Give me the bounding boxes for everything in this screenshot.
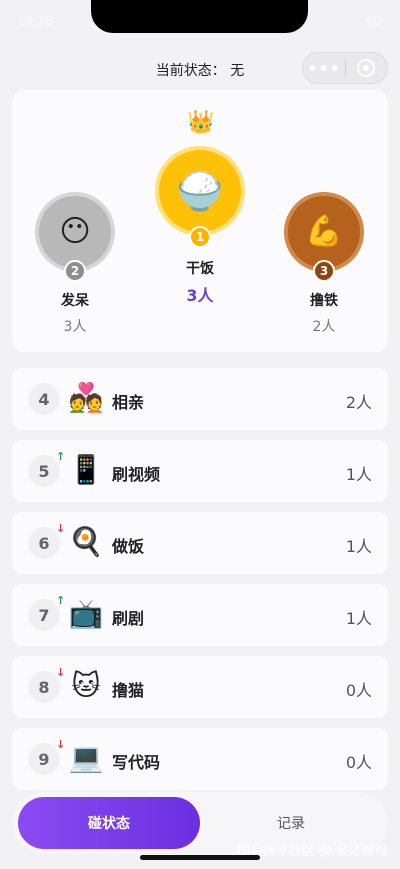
trend-down-icon: ↓	[56, 522, 66, 535]
item-count: 0人	[345, 753, 372, 772]
podium-card: 👑 🍚 1 干饭 3人 😶 2 发呆 3人 💪 3 撸铁 2人	[12, 90, 388, 352]
trend-up-icon: ↑	[56, 450, 66, 463]
trend-up-icon: ↑	[56, 594, 66, 607]
phone-screen: 19:38 4G 当前状态： 无 ••• 👑 🍚 1 干饭 3人 😶 2 发呆 …	[0, 0, 400, 869]
second-rank-badge: 2	[64, 260, 86, 282]
item-name: 做饭	[112, 537, 145, 556]
flexed-biceps-icon: 💪	[305, 214, 343, 249]
list-item[interactable]: 4 💑 相亲 2人	[12, 368, 388, 430]
item-count: 1人	[345, 465, 372, 484]
close-target-icon[interactable]	[346, 59, 387, 77]
trend-down-icon: ↓	[56, 666, 66, 679]
television-icon: 📺	[68, 597, 104, 630]
trend-down-icon: ↓	[56, 738, 66, 751]
tab-touch-status[interactable]: 碰状态	[18, 797, 200, 849]
rank-number: 4	[28, 383, 60, 415]
item-count: 2人	[345, 393, 372, 412]
phone-icon: 📱	[68, 453, 104, 486]
first-count: 3人	[186, 286, 214, 305]
notch	[91, 0, 308, 33]
item-name: 刷视频	[112, 465, 161, 484]
item-name: 相亲	[112, 393, 145, 412]
frying-pan-icon: 🍳	[68, 525, 104, 558]
item-count: 1人	[345, 609, 372, 628]
item-count: 1人	[345, 537, 372, 556]
first-place-medal[interactable]: 🍚	[155, 146, 245, 236]
list-item[interactable]: 6 ↓ 🍳 做饭 1人	[12, 512, 388, 574]
laptop-icon: 💻	[68, 741, 104, 774]
list-item[interactable]: 8 ↓ 🐱 撸猫 0人	[12, 656, 388, 718]
blank-face-icon: 😶	[59, 214, 91, 249]
cat-icon: 🐱	[71, 669, 101, 702]
home-indicator	[140, 855, 260, 860]
item-name: 撸猫	[112, 681, 145, 700]
item-name: 刷剧	[112, 609, 145, 628]
crown-icon: 👑	[187, 110, 215, 135]
list-item[interactable]: 9 ↓ 💻 写代码 0人	[12, 728, 388, 790]
status-time: 19:38	[18, 14, 53, 28]
second-count: 3人	[63, 319, 87, 335]
second-name: 发呆	[61, 293, 89, 309]
third-count: 2人	[312, 319, 336, 335]
list-item[interactable]: 5 ↑ 📱 刷视频 1人	[12, 440, 388, 502]
first-rank-badge: 1	[189, 226, 211, 248]
third-rank-badge: 3	[313, 260, 335, 282]
status-signal: 4G	[365, 14, 382, 28]
first-name: 干饭	[186, 261, 214, 277]
item-name: 写代码	[112, 753, 161, 772]
mini-program-capsule[interactable]: •••	[302, 52, 388, 84]
couple-icon: 💑	[68, 381, 104, 414]
third-name: 撸铁	[310, 293, 338, 309]
list-item[interactable]: 7 ↑ 📺 刷剧 1人	[12, 584, 388, 646]
more-icon[interactable]: •••	[303, 59, 345, 78]
item-count: 0人	[345, 681, 372, 700]
rice-icon: 🍚	[176, 169, 224, 213]
